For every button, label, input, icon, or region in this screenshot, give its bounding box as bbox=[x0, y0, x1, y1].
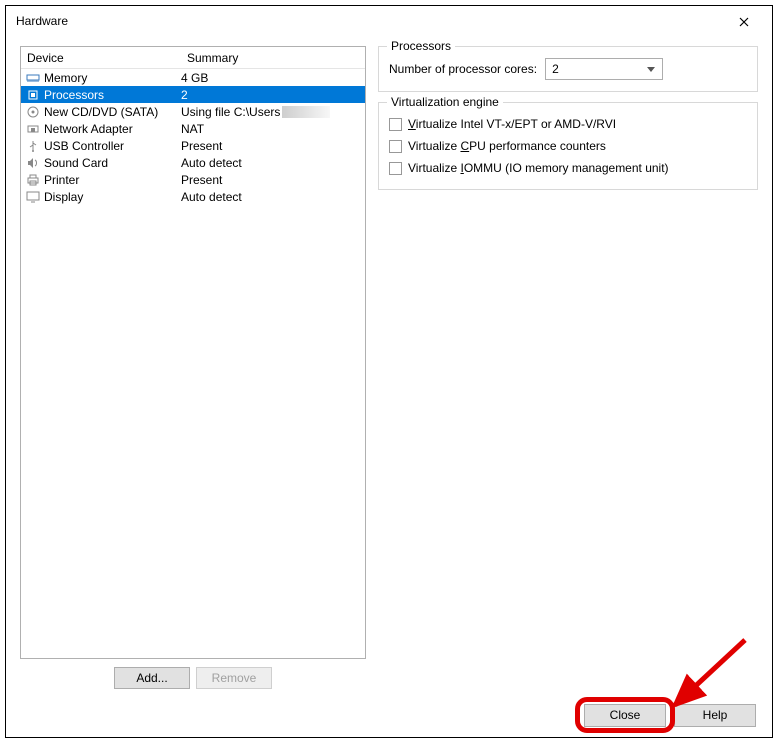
virtualization-group: Virtualization engine Virtualize Intel V… bbox=[378, 102, 758, 190]
device-buttons: Add... Remove bbox=[20, 659, 366, 693]
device-list[interactable]: Device Summary Memory4 GBProcessors2New … bbox=[20, 46, 366, 659]
checkbox-iommu[interactable]: Virtualize IOMMU (IO memory management u… bbox=[389, 157, 747, 179]
device-summary: Auto detect bbox=[181, 156, 365, 170]
dialog-buttons: Close Help bbox=[6, 693, 772, 737]
checkbox-icon bbox=[389, 118, 402, 131]
content-area: Device Summary Memory4 GBProcessors2New … bbox=[6, 36, 772, 693]
cores-select[interactable]: 2 bbox=[545, 58, 663, 80]
device-summary: Present bbox=[181, 173, 365, 187]
settings-panel: Processors Number of processor cores: 2 … bbox=[378, 46, 758, 693]
device-row-cpu[interactable]: Processors2 bbox=[21, 86, 365, 103]
sound-icon bbox=[25, 156, 41, 170]
checkbox-cpu-counters[interactable]: Virtualize CPU performance counters bbox=[389, 135, 747, 157]
close-icon bbox=[739, 17, 749, 27]
window-close-button[interactable] bbox=[724, 10, 764, 34]
device-row-memory[interactable]: Memory4 GB bbox=[21, 69, 365, 86]
device-name: USB Controller bbox=[44, 139, 181, 153]
device-row-display[interactable]: DisplayAuto detect bbox=[21, 188, 365, 205]
device-row-net[interactable]: Network AdapterNAT bbox=[21, 120, 365, 137]
header-device[interactable]: Device bbox=[21, 48, 181, 68]
titlebar: Hardware bbox=[6, 6, 772, 36]
device-name: New CD/DVD (SATA) bbox=[44, 105, 181, 119]
processors-group-title: Processors bbox=[387, 39, 455, 53]
device-name: Processors bbox=[44, 88, 181, 102]
close-button[interactable]: Close bbox=[584, 704, 666, 727]
cores-value: 2 bbox=[552, 62, 559, 76]
usb-icon bbox=[25, 139, 41, 153]
printer-icon bbox=[25, 173, 41, 187]
checkbox-icon bbox=[389, 140, 402, 153]
help-button[interactable]: Help bbox=[674, 704, 756, 727]
window-title: Hardware bbox=[16, 14, 68, 28]
cpu-icon bbox=[25, 88, 41, 102]
checkbox-icon bbox=[389, 162, 402, 175]
device-name: Printer bbox=[44, 173, 181, 187]
device-panel: Device Summary Memory4 GBProcessors2New … bbox=[20, 46, 366, 693]
processors-group: Processors Number of processor cores: 2 bbox=[378, 46, 758, 92]
disc-icon bbox=[25, 105, 41, 119]
device-summary: NAT bbox=[181, 122, 365, 136]
hardware-dialog: Hardware Device Summary Memory4 GBProces… bbox=[5, 5, 773, 738]
device-row-usb[interactable]: USB ControllerPresent bbox=[21, 137, 365, 154]
remove-button: Remove bbox=[196, 667, 272, 689]
add-button[interactable]: Add... bbox=[114, 667, 190, 689]
device-row-disc[interactable]: New CD/DVD (SATA)Using file C:\Users bbox=[21, 103, 365, 120]
device-summary: Using file C:\Users bbox=[181, 105, 365, 119]
device-summary: Present bbox=[181, 139, 365, 153]
display-icon bbox=[25, 190, 41, 204]
device-row-sound[interactable]: Sound CardAuto detect bbox=[21, 154, 365, 171]
device-row-printer[interactable]: PrinterPresent bbox=[21, 171, 365, 188]
cores-label: Number of processor cores: bbox=[389, 62, 537, 76]
net-icon bbox=[25, 122, 41, 136]
device-name: Sound Card bbox=[44, 156, 181, 170]
virtualization-group-title: Virtualization engine bbox=[387, 95, 503, 109]
device-name: Memory bbox=[44, 71, 181, 85]
device-name: Network Adapter bbox=[44, 122, 181, 136]
device-summary: Auto detect bbox=[181, 190, 365, 204]
device-summary: 2 bbox=[181, 88, 365, 102]
device-summary: 4 GB bbox=[181, 71, 365, 85]
checkbox-vt-x[interactable]: Virtualize Intel VT-x/EPT or AMD-V/RVI bbox=[389, 113, 747, 135]
device-list-header: Device Summary bbox=[21, 47, 365, 69]
header-summary[interactable]: Summary bbox=[181, 48, 365, 68]
device-name: Display bbox=[44, 190, 181, 204]
memory-icon bbox=[25, 71, 41, 85]
